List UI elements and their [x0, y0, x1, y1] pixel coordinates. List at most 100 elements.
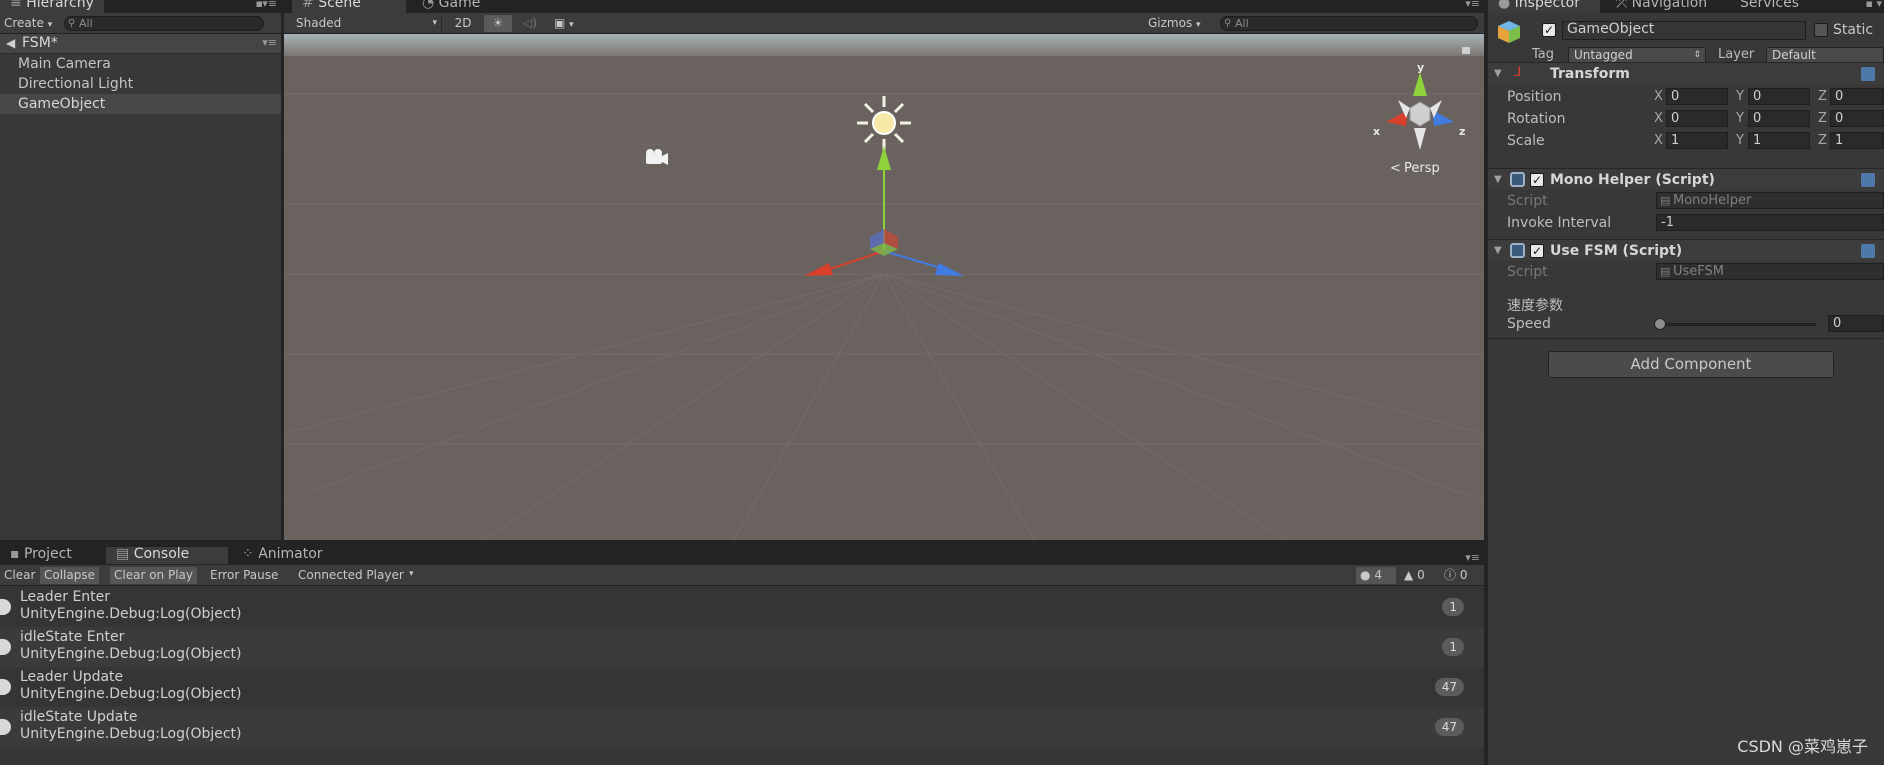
use-fsm-script-field[interactable]: ▤ UseFSM: [1656, 263, 1884, 280]
position-x-field[interactable]: 0: [1666, 88, 1728, 105]
scene-tabbar: # Scene ◔ Game ▾≡: [284, 0, 1484, 13]
panel-menu-icon[interactable]: ▾≡: [1465, 551, 1480, 564]
mono-helper-header[interactable]: ▼ ✓ Mono Helper (Script): [1488, 168, 1884, 190]
2d-toggle-button[interactable]: 2D: [448, 15, 478, 32]
divider: [1488, 338, 1884, 339]
create-dropdown[interactable]: Create ▾: [0, 15, 56, 32]
tab-navigation[interactable]: ⤱ Navigation: [1606, 0, 1726, 13]
clear-button[interactable]: Clear: [0, 567, 39, 584]
script-file-icon: ▤: [1660, 265, 1671, 278]
directional-light-icon[interactable]: [857, 96, 911, 150]
gizmos-dropdown[interactable]: Gizmos ▾: [1144, 15, 1205, 32]
tag-dropdown[interactable]: Untagged ⇕: [1568, 47, 1706, 63]
component-enabled-checkbox[interactable]: ✓: [1530, 173, 1544, 187]
transform-title: Transform: [1550, 66, 1630, 82]
use-fsm-header[interactable]: ▼ ✓ Use FSM (Script): [1488, 239, 1884, 261]
collapse-toggle[interactable]: Collapse: [40, 567, 99, 584]
add-component-label: Add Component: [1630, 355, 1752, 373]
tab-animator[interactable]: ⁘ Animator: [232, 547, 342, 564]
info-filter-toggle[interactable]: ● 4: [1356, 567, 1396, 584]
tab-project[interactable]: ▪ Project: [0, 547, 100, 564]
csharp-script-icon: [1510, 243, 1525, 258]
layer-value: Default: [1772, 48, 1816, 62]
invoke-interval-label: Invoke Interval: [1507, 215, 1612, 231]
invoke-interval-field[interactable]: -1: [1656, 214, 1884, 231]
help-book-icon[interactable]: [1861, 244, 1875, 258]
shading-mode-dropdown[interactable]: Shaded ▾: [292, 15, 442, 32]
scale-x-field[interactable]: 1: [1666, 132, 1728, 149]
scene-menu-icon[interactable]: ▾≡: [262, 36, 277, 49]
tab-services[interactable]: Services: [1730, 0, 1820, 13]
scene-name: FSM*: [22, 35, 58, 51]
position-z-field[interactable]: 0: [1830, 88, 1884, 105]
hierarchy-item-gameobject[interactable]: GameObject: [18, 94, 105, 114]
console-entry[interactable]: idleState Update UnityEngine.Debug:Log(O…: [0, 707, 1484, 747]
audio-toggle-button[interactable]: ◁): [516, 15, 544, 32]
error-pause-label: Error Pause: [210, 568, 279, 582]
panel-menu-icon[interactable]: ▾≡: [1465, 0, 1480, 10]
component-enabled-checkbox[interactable]: ✓: [1530, 244, 1544, 258]
search-icon: ⚲: [1224, 18, 1232, 29]
active-checkbox[interactable]: ✓: [1542, 23, 1556, 37]
log-count-badge: 1: [1442, 598, 1464, 616]
add-component-button[interactable]: Add Component: [1548, 351, 1834, 378]
rotation-x-field[interactable]: 0: [1666, 110, 1728, 127]
mono-helper-script-field[interactable]: ▤ MonoHelper: [1656, 192, 1884, 209]
tab-scene[interactable]: # Scene: [292, 0, 406, 13]
clear-on-play-toggle[interactable]: Clear on Play: [110, 567, 197, 584]
effects-dropdown[interactable]: ▣ ▾: [550, 15, 590, 32]
speed-label: Speed: [1507, 316, 1551, 332]
speed-slider-thumb[interactable]: [1654, 318, 1666, 330]
2d-label: 2D: [454, 16, 472, 30]
console-entry[interactable]: idleState Enter UnityEngine.Debug:Log(Ob…: [0, 627, 1484, 667]
help-book-icon[interactable]: [1861, 67, 1875, 81]
foldout-arrow-icon[interactable]: ▼: [1494, 174, 1502, 185]
foldout-arrow-icon[interactable]: ▼: [1494, 245, 1502, 256]
rotation-y-field[interactable]: 0: [1748, 110, 1810, 127]
position-y-field[interactable]: 0: [1748, 88, 1810, 105]
animator-icon: ⁘: [242, 546, 259, 562]
hierarchy-search-input[interactable]: ⚲ All: [64, 16, 264, 31]
gizmo-y-label: y: [1417, 61, 1424, 74]
axis-z-label: Z: [1818, 89, 1827, 104]
hierarchy-panel: ≡ Hierarchy ▪ ▾≡ Create ▾ ⚲ All ◀ FSM* ▾…: [0, 0, 281, 540]
lock-icon[interactable]: ▪ ▾: [1866, 0, 1882, 10]
scene-viewport[interactable]: y x z < Persp: [284, 34, 1484, 540]
speed-slider-track[interactable]: [1658, 323, 1816, 326]
chevron-down-icon: ▾: [47, 20, 53, 30]
connected-player-dropdown[interactable]: Connected Player: [294, 567, 418, 584]
tab-hierarchy[interactable]: ≡ Hierarchy: [0, 0, 104, 13]
scale-z-field[interactable]: 1: [1830, 132, 1884, 149]
log-message: idleState Update: [20, 709, 138, 725]
error-filter-toggle[interactable]: ⓘ 0: [1440, 567, 1480, 584]
script-file-icon: ▤: [1660, 194, 1671, 207]
lighting-toggle-button[interactable]: ☀: [484, 15, 512, 32]
hierarchy-item-main-camera[interactable]: Main Camera: [18, 54, 111, 74]
panel-menu-icon[interactable]: ▾≡: [262, 0, 277, 10]
help-book-icon[interactable]: [1861, 173, 1875, 187]
warning-filter-toggle[interactable]: ▲ 0: [1400, 567, 1438, 584]
rotation-z-field[interactable]: 0: [1830, 110, 1884, 127]
error-pause-toggle[interactable]: Error Pause: [206, 567, 282, 584]
tab-inspector[interactable]: ● Inspector: [1488, 0, 1600, 13]
tab-console[interactable]: ▤ Console: [106, 547, 228, 564]
log-message: Leader Update: [20, 669, 124, 685]
console-entry[interactable]: Leader Enter UnityEngine.Debug:Log(Objec…: [0, 587, 1484, 627]
foldout-arrow-icon[interactable]: ▼: [1494, 68, 1502, 79]
tab-game[interactable]: ◔ Game: [412, 0, 522, 13]
unity-scene-icon: ◀: [6, 36, 16, 50]
scene-root-row[interactable]: ◀ FSM* ▾≡: [0, 34, 281, 54]
console-entry[interactable]: Leader Update UnityEngine.Debug:Log(Obje…: [0, 667, 1484, 707]
scale-y-field[interactable]: 1: [1748, 132, 1810, 149]
scene-search-input[interactable]: ⚲ All: [1220, 16, 1478, 31]
object-name-input[interactable]: GameObject: [1562, 21, 1806, 40]
info-icon: ●: [1360, 568, 1371, 582]
projection-label[interactable]: Persp: [1404, 161, 1440, 176]
hierarchy-item-directional-light[interactable]: Directional Light: [18, 74, 133, 94]
static-checkbox[interactable]: [1814, 23, 1828, 37]
scene-lock-icon[interactable]: [1462, 47, 1470, 54]
layer-dropdown[interactable]: Default: [1766, 47, 1884, 63]
transform-header[interactable]: ▼ ⅃ Transform: [1488, 62, 1884, 84]
rotation-label: Rotation: [1507, 111, 1566, 127]
speed-field[interactable]: 0: [1828, 315, 1884, 332]
